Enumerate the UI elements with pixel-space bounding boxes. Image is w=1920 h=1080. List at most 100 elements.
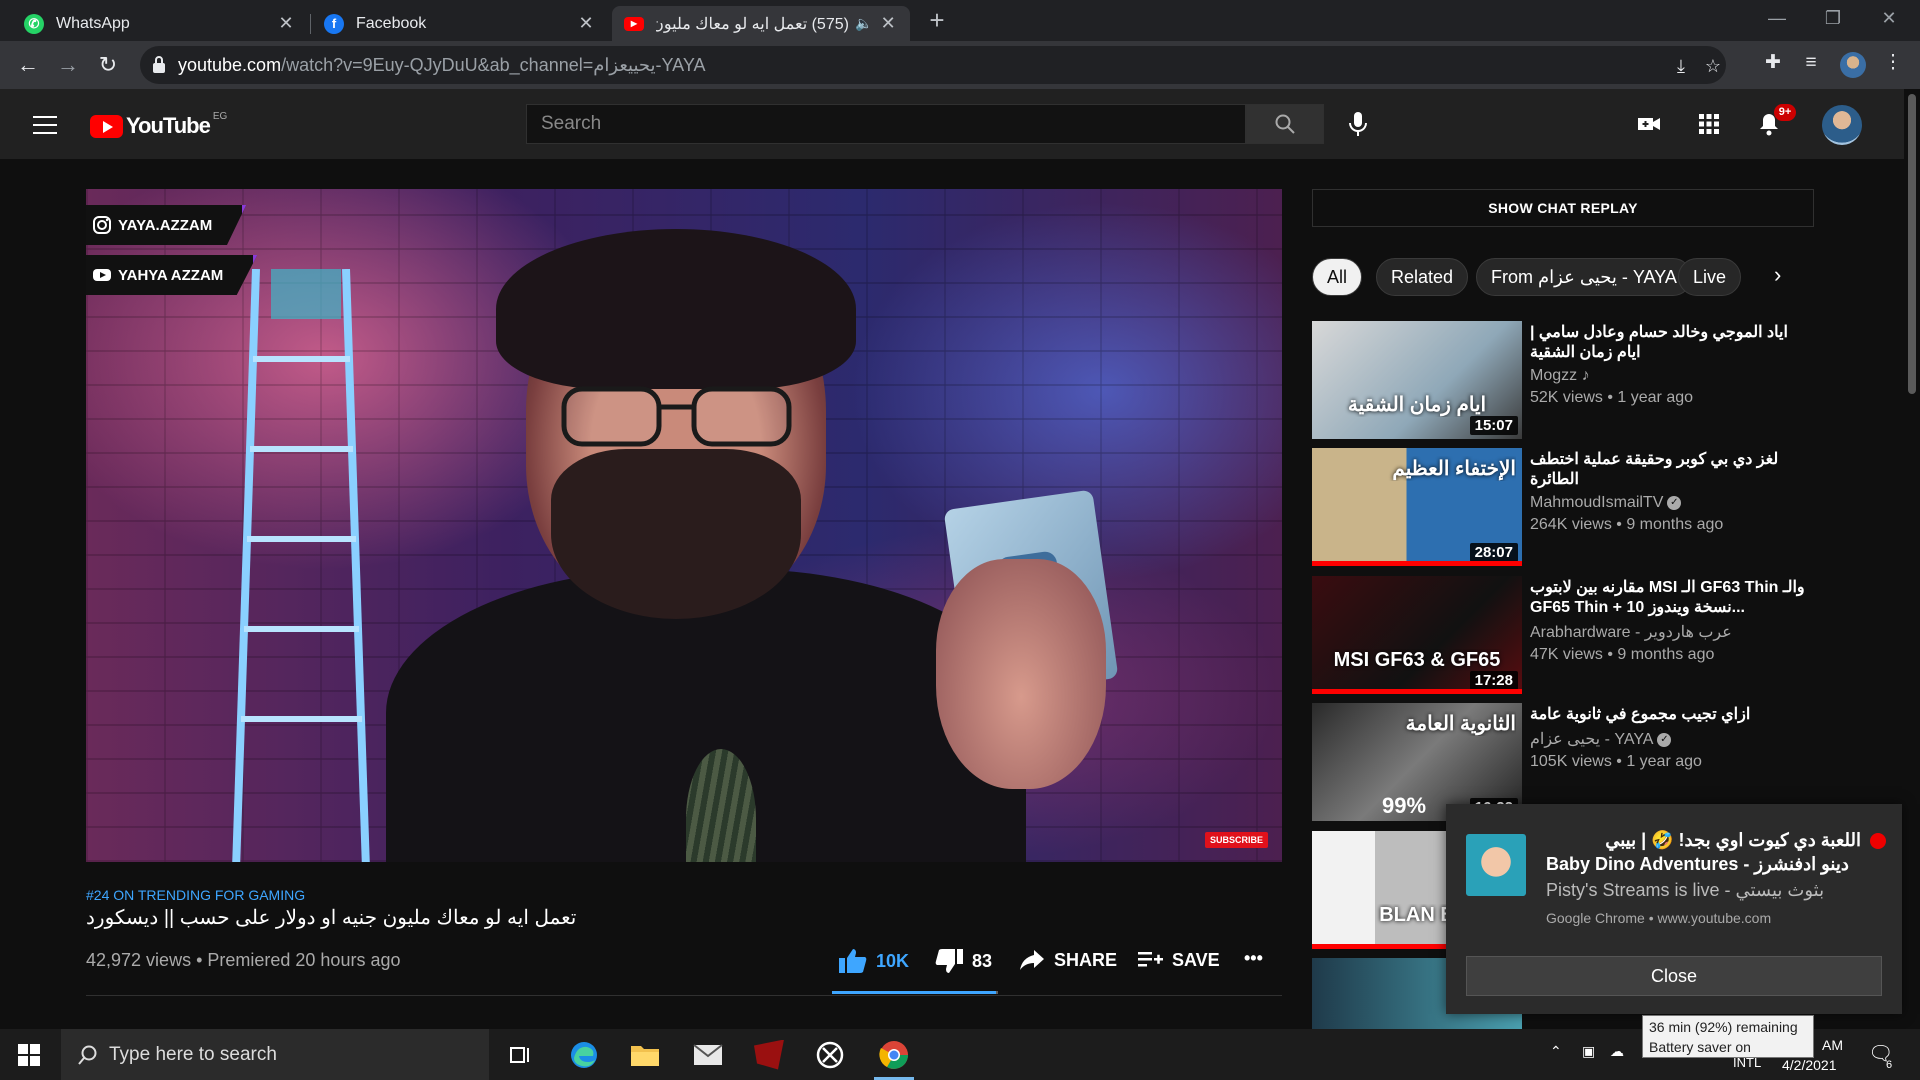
onedrive-cloud-icon[interactable]: ☁ [1610,1043,1624,1060]
tab-facebook[interactable]: f Facebook ✕ [312,6,608,41]
search-button[interactable] [1246,104,1324,144]
url-path: /watch?v=9Euy-QJyDuU&ab_channel=يحييعزام… [281,54,706,75]
recommendation-title[interactable]: لغز دي بي كوبر وحقيقة عملية اختطف الطائر… [1530,450,1812,490]
youtube-icon: ▶ [624,16,644,31]
like-button[interactable]: 10K [838,948,909,974]
thumbnail-caption: الثانوية العامة [1405,713,1516,735]
reload-button[interactable]: ↻ [92,49,124,81]
channel-name: يحيى عزام - YAYA [1530,731,1654,748]
youtube-masthead: YouTube EG Search 9+ [0,89,1920,159]
extensions-puzzle-icon[interactable]: ✚ [1760,50,1786,76]
clock-time[interactable]: AM [1822,1037,1843,1053]
install-icon[interactable]: ⤓ [1670,55,1692,77]
page-scrollbar[interactable] [1904,89,1920,1029]
tab-title: WhatsApp [56,14,130,32]
notification-source: Google Chrome • www.youtube.com [1546,910,1772,926]
chrome-notification[interactable]: اللعبة دي كيوت اوي بجد! 🤣 | بيبي Baby Di… [1446,804,1902,1014]
youtube-logo[interactable]: YouTube EG [90,111,227,139]
speaker-icon[interactable]: 🔈 [855,15,872,32]
dislike-count: 83 [972,950,993,971]
xbox-icon[interactable] [802,1029,858,1080]
task-view-icon[interactable] [492,1029,548,1080]
new-tab-button[interactable]: + [922,6,952,36]
save-button[interactable]: SAVE [1136,948,1220,972]
close-icon[interactable]: ✕ [576,13,596,34]
game-app-icon[interactable] [741,1029,797,1080]
create-video-icon[interactable] [1636,111,1662,137]
instagram-handle: YAYA.AZZAM [118,216,213,234]
tray-chevron-up-icon[interactable]: ⌃ [1550,1043,1562,1060]
like-dislike-ratio-bar [832,991,998,994]
mail-icon[interactable] [680,1029,736,1080]
streamer-avatar [1466,834,1526,896]
recommendation-title[interactable]: مقارنه بين لابتوب MSI الـ GF63 Thin والـ… [1530,578,1812,618]
window-close-button[interactable]: ✕ [1862,0,1916,36]
chevron-right-icon[interactable]: › [1774,262,1781,288]
apps-grid-icon[interactable] [1696,111,1722,137]
trending-link[interactable]: #24 ON TRENDING FOR GAMING [86,887,305,903]
tab-whatsapp[interactable]: ✆ WhatsApp ✕ [12,6,308,41]
recommendation-card[interactable]: MSI GF63 & GF65 17:28 مقارنه بين لابتوب MS… [1312,576,1812,694]
browser-profile-avatar[interactable] [1840,52,1866,78]
notification-count-badge: 9+ [1774,104,1796,121]
video-thumbnail[interactable]: الإختفاء العظيم 28:07 [1312,448,1522,566]
recommendation-channel[interactable]: Arabhardware - عرب هاردوير [1530,622,1812,642]
hamburger-menu-icon[interactable] [33,116,57,134]
tab-youtube[interactable]: ▶ (575) تعمل ايه لو معاك مليون 🔈 ✕ [612,6,910,41]
close-icon[interactable]: ✕ [276,13,296,34]
restore-button[interactable]: ❐ [1806,0,1860,36]
recommendation-card[interactable]: الإختفاء العظيم 28:07 لغز دي بي كوبر وحقيق… [1312,448,1812,566]
recommendation-title[interactable]: اياد الموجي وخالد حسام وعادل سامي | ايام… [1530,323,1812,363]
media-control-icon[interactable]: ≡ [1798,50,1824,76]
thumbs-down-icon [935,949,963,973]
account-avatar[interactable] [1822,105,1862,145]
back-button[interactable]: ← [12,49,44,81]
chrome-icon[interactable] [866,1029,922,1080]
recommendation-card[interactable]: ايام زمان الشقية 15:07 اياد الموجي وخالد ح… [1312,321,1812,439]
clock-date[interactable]: 4/2/2021 [1782,1057,1837,1073]
more-actions-button[interactable]: ••• [1244,948,1263,969]
notification-close-button[interactable]: Close [1466,956,1882,996]
share-label: SHARE [1054,949,1118,970]
chip-live[interactable]: Live [1678,258,1742,296]
live-dot-icon [1870,833,1886,850]
recommendation-meta: 47K views • 9 months ago [1530,646,1715,663]
address-bar[interactable]: youtube.com/watch?v=9Euy-QJyDuU&ab_chann… [140,46,1726,84]
microphone-icon[interactable] [1346,111,1370,137]
notification-line-1: اللعبة دي كيوت اوي بجد! 🤣 | بيبي [1546,830,1886,851]
minimize-button[interactable]: — [1750,0,1804,36]
recommendation-info: مقارنه بين لابتوب MSI الـ GF63 Thin والـ… [1530,578,1812,664]
recommendation-meta: 264K views • 9 months ago [1530,516,1724,533]
add-to-playlist-icon [1138,952,1163,967]
search-input[interactable]: Search [526,104,1246,144]
music-note-icon: ♪ [1577,367,1590,384]
video-thumbnail[interactable]: MSI GF63 & GF65 17:28 [1312,576,1522,694]
share-button[interactable]: SHARE [1018,948,1117,972]
bookmark-star-icon[interactable]: ☆ [1702,55,1724,77]
channel-name: Arabhardware - عرب هاردوير [1530,624,1732,641]
forward-button[interactable]: → [52,49,84,81]
recommendation-channel[interactable]: Mogzz ♪ [1530,367,1812,385]
edge-icon[interactable] [556,1029,612,1080]
kebab-menu-icon[interactable]: ⋮ [1880,50,1906,76]
chip-all[interactable]: All [1312,258,1363,296]
recommendation-channel[interactable]: يحيى عزام - YAYA ✓ [1530,729,1812,749]
video-player[interactable]: YAYA.AZZAM YAHYA AZZAM SUBSCRIBE [86,189,1282,862]
dislike-button[interactable]: 83 [934,948,992,974]
file-explorer-icon[interactable] [617,1029,673,1080]
chip-related[interactable]: Related [1376,258,1469,296]
windows-start-icon[interactable] [18,1044,40,1066]
close-icon[interactable]: ✕ [878,13,898,34]
tray-device-icon[interactable]: ▣ [1582,1043,1595,1060]
video-meta: 42,972 views • Premiered 20 hours ago [86,950,401,970]
taskbar-search-input[interactable]: Type here to search [61,1029,489,1080]
recommendation-channel[interactable]: MahmoudIsmailTV ✓ [1530,494,1812,512]
show-chat-replay-button[interactable]: SHOW CHAT REPLAY [1312,189,1814,227]
channel-name: Mogzz [1530,367,1578,384]
action-center-count: 6 [1886,1059,1893,1071]
youtube-play-icon [90,114,123,138]
scrollbar-thumb[interactable] [1908,94,1916,394]
chip-from-channel[interactable]: From يحيى عزام - YAYA [1476,258,1692,296]
video-thumbnail[interactable]: ايام زمان الشقية 15:07 [1312,321,1522,439]
recommendation-title[interactable]: ازاي تجيب مجموع في ثانوية عامة [1530,705,1812,725]
